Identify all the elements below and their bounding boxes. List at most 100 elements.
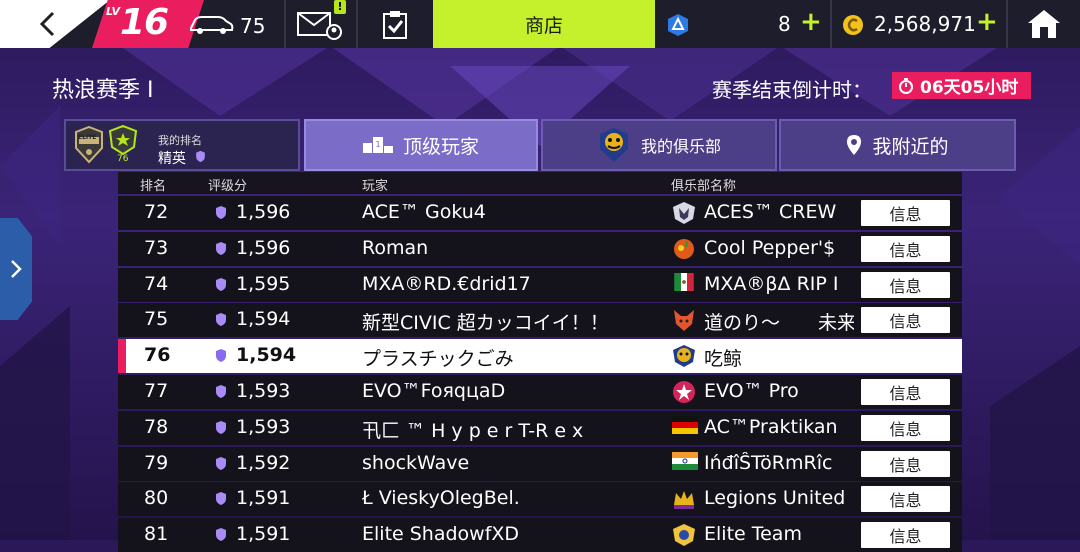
chevron-right-icon [11, 260, 22, 278]
info-button[interactable]: 信息 [861, 307, 950, 334]
row-score: 1,594 [236, 344, 297, 367]
svg-text:1: 1 [375, 140, 380, 149]
row-rank: 77 [144, 380, 169, 402]
shop-label: 商店 [524, 14, 563, 37]
header-club: 俱乐部名称 [671, 179, 737, 194]
rank-level: 76 [117, 154, 129, 164]
table-row[interactable]: 75 1,594 新型CIVIC 超カッコイイ！！ 道のり〜 未来 信息 [118, 303, 962, 338]
header-rank: 排名 [140, 179, 167, 194]
row-score: 1,594 [236, 308, 291, 331]
india-flag-icon [671, 451, 698, 476]
row-rank: 74 [144, 272, 169, 295]
podium-icon: 1 [362, 137, 393, 153]
row-club: Elite Team [704, 523, 802, 546]
row-player: EVO™FoяqцaD [362, 380, 506, 402]
row-score: 1,593 [236, 380, 291, 402]
row-rank: 76 [144, 344, 171, 367]
car-count: 75 [240, 14, 266, 38]
rating-shield-icon [216, 385, 226, 398]
countdown-label: 赛季结束倒计时： [712, 78, 872, 102]
clipboard-icon[interactable] [380, 10, 410, 40]
rating-shield-icon [216, 277, 226, 291]
info-button-label: 信息 [889, 240, 922, 260]
elite-badge-text: ELITE [78, 134, 97, 141]
info-button-label: 信息 [889, 384, 922, 403]
tab-my-club-label: 我的俱乐部 [640, 137, 721, 156]
shop-button[interactable]: 商店 [433, 0, 655, 48]
tab-near-me[interactable]: 我附近的 [779, 119, 1016, 171]
row-rank: 78 [144, 415, 169, 438]
table-row[interactable]: 77 1,593 EVO™FoяqцaD EVO™ Pro 信息 [118, 375, 962, 409]
row-player: 卂匚 ™ H y p e r T-R e x [362, 419, 584, 442]
table-row[interactable]: 79 1,592 shockWave IńđîŜTöRmRîc 信息 [118, 446, 962, 481]
back-button[interactable] [22, 6, 72, 42]
elite-badge-icon [75, 126, 103, 164]
add-tokens-button[interactable]: + [800, 7, 822, 37]
row-score: 1,592 [236, 451, 291, 474]
row-score: 1,591 [236, 523, 291, 546]
mail-icon[interactable] [296, 10, 342, 40]
row-player: Elite ShadowfXD [362, 523, 520, 546]
info-button[interactable]: 信息 [861, 522, 950, 549]
info-button-label: 信息 [889, 312, 922, 332]
info-button[interactable]: 信息 [861, 200, 950, 226]
row-rank: 81 [144, 523, 169, 546]
info-button[interactable]: 信息 [861, 235, 950, 262]
level-shield-icon [108, 125, 138, 155]
star-emblem-icon [671, 380, 697, 404]
info-button[interactable]: 信息 [861, 486, 950, 513]
info-button-label: 信息 [889, 419, 922, 439]
mail-notification-badge: ! [334, 0, 346, 14]
table-row[interactable]: 81 1,591 Elite ShadowfXD Elite Team 信息 [118, 518, 962, 552]
row-club: 吃鲸 [704, 348, 743, 371]
row-player: shockWave [362, 451, 470, 474]
table-row[interactable]: 72 1,596 ACE™ Goku4 ACES™ CREW 信息 [118, 196, 962, 230]
my-leaderboard-row[interactable]: 76 1,594 プラスチックごみ 吃鲸 [118, 339, 962, 374]
rating-shield-icon [216, 456, 226, 470]
row-score: 1,591 [236, 487, 291, 510]
home-button[interactable] [1008, 0, 1080, 48]
tab-my-club[interactable]: 我的俱乐部 [541, 119, 777, 171]
divider [830, 0, 832, 48]
home-icon [1028, 10, 1060, 38]
row-score: 1,593 [236, 415, 291, 438]
rating-shield-icon [216, 492, 226, 506]
info-button[interactable]: 信息 [861, 379, 950, 405]
row-rank: 75 [144, 308, 169, 331]
row-club: IńđîŜTöRmRîc [704, 451, 833, 474]
club-emblem-icon [599, 128, 628, 162]
row-club: AC™Praktikan [704, 415, 838, 438]
season-title: 热浪赛季 I [52, 78, 154, 103]
rank-shield-icon [196, 150, 205, 163]
leaderboard-table: 排名 评级分 玩家 俱乐部名称 72 1,596 ACE™ Goku4 ACES™ C… [118, 172, 962, 552]
tab-top-players[interactable]: 1 顶级玩家 [304, 119, 538, 171]
side-panel-toggle[interactable] [0, 218, 32, 320]
tab-top-players-label: 顶级玩家 [402, 135, 479, 158]
countdown-badge: 06天05小时 [892, 72, 1031, 99]
row-player: Ł VieskyOlegBel. [362, 487, 520, 510]
table-row[interactable]: 74 1,595 MXA®RD.€drid17 MXA®βΔ RIP I 信息 [118, 267, 962, 302]
row-club: Cool Pepper'$ [704, 236, 836, 259]
level-number: 16 [120, 2, 169, 43]
table-row[interactable]: 73 1,596 Roman Cool Pepper'$ 信息 [118, 231, 962, 266]
rating-shield-icon [216, 349, 226, 363]
info-button-label: 信息 [889, 455, 922, 475]
header-score: 评级分 [208, 179, 248, 194]
my-row-indicator [118, 339, 126, 374]
table-row[interactable]: 78 1,593 卂匚 ™ H y p e r T-R e x AC™Praktika… [118, 410, 962, 445]
table-row[interactable]: 80 1,591 Ł VieskyOlegBel. Legions United 信息 [118, 482, 962, 517]
my-rank-card[interactable]: ELITE 76 我的排名 精英 [64, 119, 300, 171]
elite-emblem-icon [671, 523, 697, 547]
table-header: 排名 评级分 玩家 俱乐部名称 [118, 172, 962, 194]
rating-shield-icon [216, 206, 226, 219]
car-icon [190, 16, 234, 34]
info-button[interactable]: 信息 [861, 414, 950, 441]
my-rank-label: 我的排名 [158, 134, 202, 147]
add-coins-button[interactable]: + [976, 7, 998, 37]
info-button[interactable]: 信息 [861, 271, 950, 298]
rating-shield-icon [216, 420, 226, 434]
row-player: ACE™ Goku4 [362, 201, 486, 223]
row-club: EVO™ Pro [704, 380, 799, 402]
info-button[interactable]: 信息 [861, 450, 950, 477]
row-player: Roman [362, 236, 429, 259]
